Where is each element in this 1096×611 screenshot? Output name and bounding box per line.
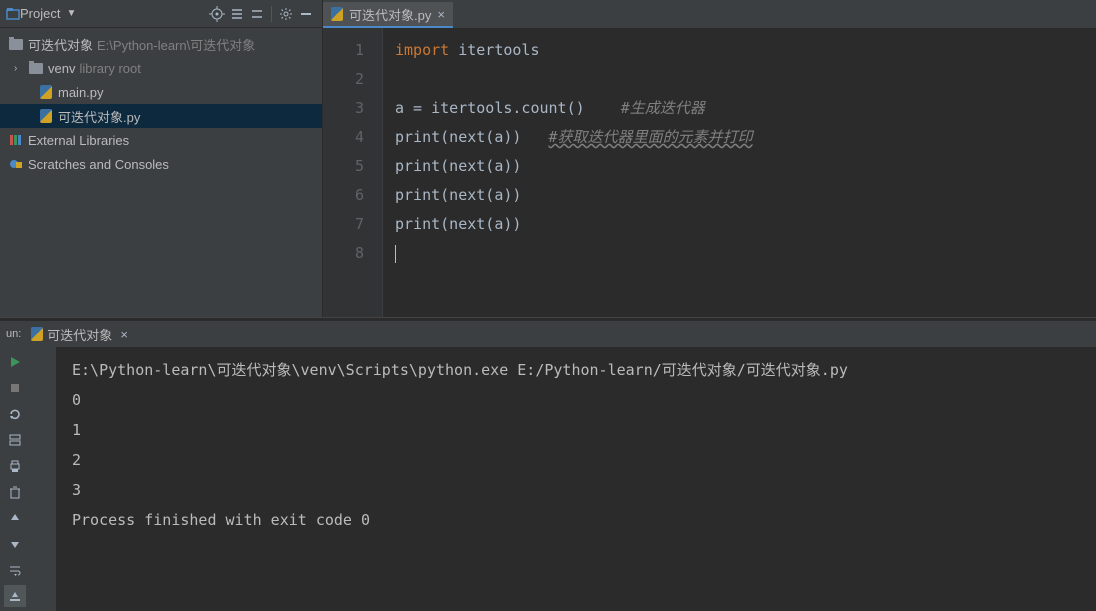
comment: #获取迭代器里面的元素并打印	[549, 128, 753, 146]
chevron-right-icon[interactable]: ›	[14, 63, 28, 74]
folder-icon	[8, 36, 24, 52]
rerun-button[interactable]	[4, 351, 26, 373]
project-icon	[6, 7, 20, 21]
project-title[interactable]: Project	[20, 6, 60, 21]
run-panel: un: 可迭代对象 × E:\Python-learn\可迭代对象\venv\S…	[0, 321, 1096, 611]
project-header: Project ▼	[0, 0, 322, 28]
expand-icon[interactable]	[227, 4, 247, 24]
console-line: 2	[72, 445, 1080, 475]
dropdown-icon[interactable]: ▼	[66, 8, 76, 19]
venv-name: venv	[48, 61, 75, 76]
console-line: Process finished with exit code 0	[72, 505, 1080, 535]
python-file-icon	[38, 84, 54, 100]
tree-file-selected[interactable]: 可迭代对象.py	[0, 104, 322, 128]
console-line: 3	[72, 475, 1080, 505]
tree-file[interactable]: main.py	[0, 80, 322, 104]
kw: import	[395, 41, 449, 59]
tree-venv[interactable]: › venv library root	[0, 56, 322, 80]
editor-tabbar: 可迭代对象.py ×	[323, 0, 1096, 28]
console-line: E:\Python-learn\可迭代对象\venv\Scripts\pytho…	[72, 355, 1080, 385]
code-line: print(next(a))	[395, 186, 521, 204]
code-line: print(next(a))	[395, 157, 521, 175]
python-file-icon	[31, 327, 43, 341]
editor-pane: 可迭代对象.py × 1 2 3 4 5 6 7 8 import iterto…	[323, 0, 1096, 317]
print-button[interactable]	[4, 455, 26, 477]
line-num: 7	[323, 210, 364, 239]
libraries-icon	[8, 132, 24, 148]
stop-button[interactable]	[4, 377, 26, 399]
line-gutter: 1 2 3 4 5 6 7 8	[323, 28, 383, 317]
locate-icon[interactable]	[207, 4, 227, 24]
file-label: 可迭代对象.py	[58, 107, 140, 126]
code-line: print(next(a))	[395, 128, 521, 146]
scratches-label: Scratches and Consoles	[28, 157, 169, 172]
project-sidebar: Project ▼ 可迭代对象 E:\Python-learn\可迭代对象 › …	[0, 0, 323, 317]
run-header: un: 可迭代对象 ×	[0, 321, 1096, 347]
python-file-icon	[38, 108, 54, 124]
run-label: un:	[6, 328, 21, 340]
id: itertools	[458, 41, 539, 59]
collapse-icon[interactable]	[247, 4, 267, 24]
console-line: 1	[72, 415, 1080, 445]
run-tab-label: 可迭代对象	[47, 325, 112, 344]
line-num: 8	[323, 239, 364, 268]
code-line: a = itertools.count()	[395, 99, 585, 117]
tree-external-libs[interactable]: External Libraries	[0, 128, 322, 152]
trash-button[interactable]	[4, 481, 26, 503]
ext-lib-label: External Libraries	[28, 133, 129, 148]
tab-label: 可迭代对象.py	[349, 5, 431, 24]
python-file-icon	[331, 7, 343, 21]
line-num: 3	[323, 94, 364, 123]
venv-tag: library root	[79, 61, 140, 76]
caret	[395, 245, 396, 263]
line-num: 2	[323, 65, 364, 94]
tree-root[interactable]: 可迭代对象 E:\Python-learn\可迭代对象	[0, 32, 322, 56]
scratches-icon	[8, 156, 24, 172]
line-num: 1	[323, 36, 364, 65]
wrap-button[interactable]	[4, 559, 26, 581]
close-icon[interactable]: ×	[437, 7, 445, 22]
layout-button[interactable]	[4, 429, 26, 451]
run-toolbar	[0, 347, 56, 611]
comment: #生成迭代器	[621, 99, 705, 117]
project-tree: 可迭代对象 E:\Python-learn\可迭代对象 › venv libra…	[0, 28, 322, 176]
scroll-button[interactable]	[4, 585, 26, 607]
down-button[interactable]	[4, 533, 26, 555]
source[interactable]: import itertools a = itertools.count() #…	[383, 28, 765, 317]
root-name: 可迭代对象	[28, 35, 93, 54]
gear-icon[interactable]	[276, 4, 296, 24]
restart-button[interactable]	[4, 403, 26, 425]
run-tab[interactable]: 可迭代对象 ×	[27, 323, 132, 346]
editor-tab[interactable]: 可迭代对象.py ×	[323, 2, 453, 28]
close-icon[interactable]: ×	[120, 327, 128, 342]
code-line: print(next(a))	[395, 215, 521, 233]
file-label: main.py	[58, 85, 104, 100]
code-area[interactable]: 1 2 3 4 5 6 7 8 import itertools a = ite…	[323, 28, 1096, 317]
tree-scratches[interactable]: Scratches and Consoles	[0, 152, 322, 176]
console-line: 0	[72, 385, 1080, 415]
line-num: 5	[323, 152, 364, 181]
console-output[interactable]: E:\Python-learn\可迭代对象\venv\Scripts\pytho…	[56, 347, 1096, 611]
up-button[interactable]	[4, 507, 26, 529]
line-num: 4	[323, 123, 364, 152]
folder-icon	[28, 60, 44, 76]
minimize-icon[interactable]	[296, 4, 316, 24]
root-path: E:\Python-learn\可迭代对象	[97, 35, 255, 54]
line-num: 6	[323, 181, 364, 210]
